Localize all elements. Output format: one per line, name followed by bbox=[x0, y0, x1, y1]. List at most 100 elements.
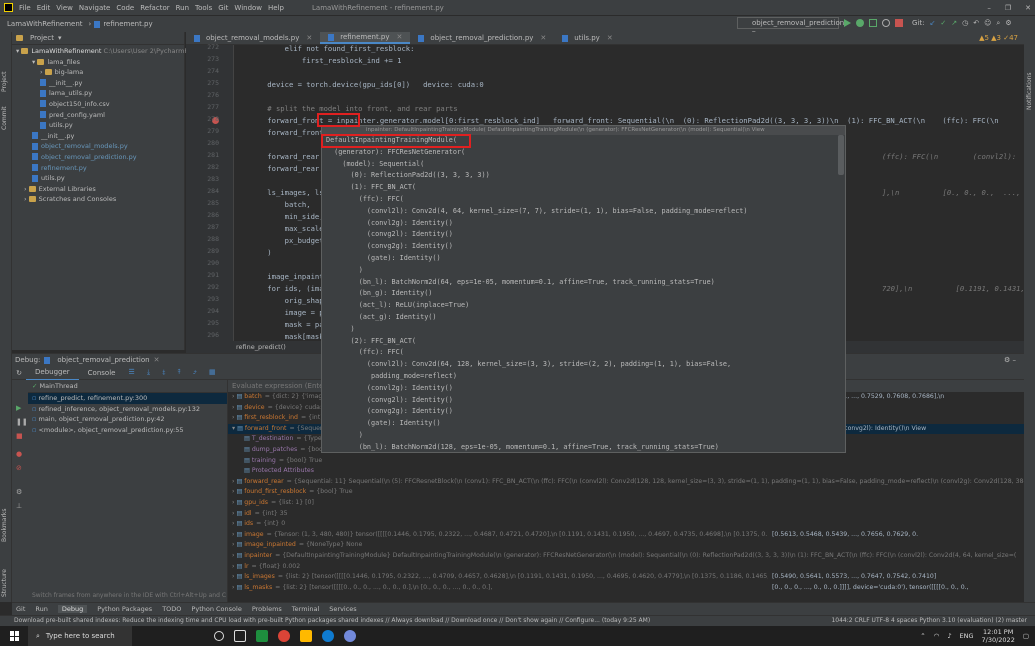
tree-item[interactable]: › big-lama bbox=[12, 67, 184, 78]
code-line[interactable]: elif not found_first_resblock: bbox=[250, 45, 415, 55]
debug-icon[interactable] bbox=[856, 19, 864, 27]
rerun-icon[interactable]: ↻ bbox=[12, 369, 26, 377]
tab-debugger[interactable]: Debugger bbox=[26, 365, 79, 381]
tray-up-icon[interactable]: ⌃ bbox=[920, 632, 925, 640]
variable-row[interactable]: › ▤ lr = {float} 0.002 bbox=[228, 562, 1024, 573]
toolwindow-git[interactable]: Git bbox=[16, 605, 25, 613]
user-icon[interactable]: ☺ bbox=[984, 19, 991, 27]
tree-item[interactable]: pred_config.yaml bbox=[12, 110, 184, 121]
variable-row[interactable]: ▤ training = {bool} True bbox=[228, 456, 1024, 467]
menu-file[interactable]: File bbox=[16, 4, 34, 12]
run-config-dropdown[interactable]: object_removal_prediction ▾ bbox=[737, 17, 844, 37]
view-breakpoints-icon[interactable]: ● bbox=[12, 440, 28, 458]
notification-icon[interactable]: ▢ bbox=[1023, 632, 1029, 640]
variable-row[interactable]: › ▤ ls_images = {list: 2} [tensor([[[[0.1… bbox=[228, 572, 1024, 583]
variable-row[interactable]: › ▤ ls_masks = {list: 2} [tensor([[[[0., … bbox=[228, 582, 1024, 594]
settings-gear-icon[interactable]: ⚙ bbox=[1005, 19, 1011, 27]
maximize-button[interactable]: ❐ bbox=[1005, 4, 1011, 12]
profile-icon[interactable] bbox=[882, 19, 890, 27]
file-explorer-icon[interactable] bbox=[300, 630, 312, 642]
minimize-button[interactable]: – bbox=[987, 4, 991, 12]
thread-selector[interactable]: ✓ MainThread bbox=[28, 380, 227, 393]
close-icon[interactable]: ✕ bbox=[397, 31, 403, 44]
code-line[interactable]: first_resblock_ind += 1 bbox=[250, 55, 402, 67]
menu-run[interactable]: Run bbox=[173, 4, 192, 12]
menu-refactor[interactable]: Refactor bbox=[137, 4, 172, 12]
menu-edit[interactable]: Edit bbox=[34, 4, 54, 12]
chevron-down-icon[interactable]: ▾ bbox=[58, 34, 62, 42]
pin-icon[interactable]: ⊥ bbox=[12, 496, 28, 510]
pycharm-taskbar-icon[interactable] bbox=[256, 630, 268, 642]
variable-row[interactable]: › ▤ gpu_ids = {list: 1} [0] bbox=[228, 498, 1024, 509]
menu-git[interactable]: Git bbox=[215, 4, 231, 12]
git-update-icon[interactable]: ↙ bbox=[929, 19, 935, 27]
close-icon[interactable]: ✕ bbox=[607, 32, 613, 45]
tree-item[interactable]: object_removal_prediction.py bbox=[12, 152, 184, 163]
resume-icon[interactable]: ▶ bbox=[12, 380, 28, 412]
menu-tools[interactable]: Tools bbox=[192, 4, 215, 12]
project-tool-tab[interactable]: Project bbox=[1, 71, 8, 92]
tree-item[interactable]: __init__.py bbox=[12, 78, 184, 89]
cortana-icon[interactable] bbox=[214, 631, 224, 641]
coverage-icon[interactable] bbox=[869, 19, 877, 27]
breadcrumb-file[interactable]: refinement.py bbox=[103, 20, 155, 28]
stop-icon[interactable]: ■ bbox=[12, 426, 28, 440]
toolwindow-python-packages[interactable]: Python Packages bbox=[97, 605, 152, 613]
code-line[interactable]: px_budget bbox=[250, 235, 324, 247]
variable-row[interactable]: › ▤ inpainter = {DefaultInpaintingTrainin… bbox=[228, 551, 1024, 562]
settings-gear-icon[interactable]: ⚙ – bbox=[1004, 356, 1024, 364]
notifications-tool-tab[interactable]: Notifications bbox=[1026, 72, 1033, 110]
stack-frame[interactable]: ▫ refine_predict, refinement.py:300 bbox=[28, 393, 227, 404]
tree-item[interactable]: utils.py bbox=[12, 120, 184, 131]
tab-object-removal-prediction[interactable]: object_removal_prediction.py ✕ bbox=[410, 32, 554, 44]
tree-item[interactable]: utils.py bbox=[12, 173, 184, 184]
menu-view[interactable]: View bbox=[53, 4, 76, 12]
function-breadcrumb[interactable]: refine_predict() bbox=[236, 343, 286, 351]
windows-start-icon[interactable] bbox=[10, 631, 20, 641]
tree-item[interactable]: object150_info.csv bbox=[12, 99, 184, 110]
toolwindow-terminal[interactable]: Terminal bbox=[292, 605, 319, 613]
stop-icon[interactable] bbox=[895, 19, 903, 27]
toolwindow-todo[interactable]: TODO bbox=[162, 605, 181, 613]
step-controls[interactable]: ☰ ⤓ ⤈ ⤉ ⤴ ▦ bbox=[128, 368, 220, 377]
discord-icon[interactable] bbox=[344, 630, 356, 642]
tree-item[interactable]: › Scratches and Consoles bbox=[12, 194, 184, 205]
variable-row[interactable]: › ▤ forward_rear = {Sequential: 11} Seque… bbox=[228, 477, 1024, 488]
close-icon[interactable]: ✕ bbox=[154, 356, 160, 364]
close-window-button[interactable]: ✕ bbox=[1025, 4, 1031, 12]
tree-item[interactable]: object_removal_models.py bbox=[12, 141, 184, 152]
variable-row[interactable]: › ▤ image_inpainted = {NoneType} None bbox=[228, 540, 1024, 551]
stack-frame[interactable]: ▫ main, object_removal_prediction.py:42 bbox=[28, 414, 227, 425]
variable-row[interactable]: › ▤ idl = {int} 35 bbox=[228, 509, 1024, 520]
tab-console[interactable]: Console bbox=[79, 366, 125, 380]
value-inspect-popup[interactable]: inpainter: DefaultInpaintingTrainingModu… bbox=[321, 125, 846, 453]
variable-row[interactable]: › ▤ found_first_resblock = {bool} True bbox=[228, 487, 1024, 498]
toolwindow-problems[interactable]: Problems bbox=[252, 605, 282, 613]
tree-item[interactable]: lama_utils.py bbox=[12, 88, 184, 99]
chrome-icon[interactable] bbox=[278, 630, 290, 642]
tab-object-removal-models[interactable]: object_removal_models.py ✕ bbox=[186, 32, 320, 44]
project-panel-title[interactable]: Project bbox=[30, 34, 54, 42]
tab-utils[interactable]: utils.py ✕ bbox=[554, 32, 620, 44]
run-icon[interactable] bbox=[844, 19, 851, 27]
rollback-icon[interactable]: ↶ bbox=[973, 19, 979, 27]
tree-item[interactable]: ▾ lama_files bbox=[12, 57, 184, 68]
git-push-icon[interactable]: ↗ bbox=[951, 19, 957, 27]
breadcrumb-project[interactable]: LamaWithRefinement bbox=[4, 20, 86, 28]
structure-tool-tab[interactable]: Structure bbox=[1, 569, 8, 597]
stack-frame[interactable]: ▫ <module>, object_removal_prediction.py… bbox=[28, 425, 227, 436]
code-line[interactable]: ) bbox=[250, 247, 271, 259]
menu-window[interactable]: Window bbox=[231, 4, 265, 12]
tab-refinement[interactable]: refinement.py ✕ bbox=[320, 31, 411, 44]
variable-row[interactable]: ▤ Protected Attributes bbox=[228, 466, 1024, 477]
expand-arrow-icon[interactable]: › bbox=[24, 185, 29, 193]
language-indicator[interactable]: ENG bbox=[959, 632, 973, 640]
search-icon[interactable]: ⌕ bbox=[996, 19, 1000, 28]
history-icon[interactable]: ◷ bbox=[962, 19, 968, 27]
git-commit-icon[interactable]: ✓ bbox=[940, 19, 946, 27]
expand-arrow-icon[interactable]: › bbox=[40, 68, 45, 76]
taskbar-search[interactable]: ⌕ Type here to search bbox=[28, 626, 132, 646]
code-line[interactable]: min_side, bbox=[250, 211, 324, 223]
close-icon[interactable]: ✕ bbox=[540, 32, 546, 45]
code-line[interactable]: device = torch.device(gpu_ids[0]) device… bbox=[250, 79, 483, 91]
